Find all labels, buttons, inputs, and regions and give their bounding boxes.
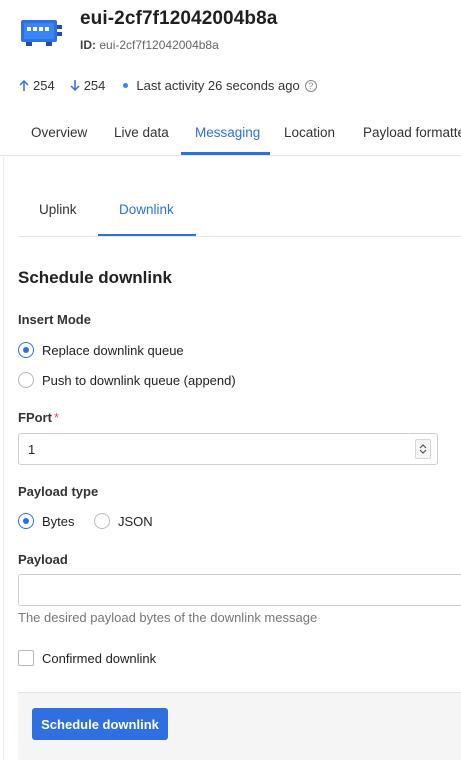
fport-label-text: FPort [18,410,52,425]
device-icon [21,20,62,46]
uplink-count-value: 254 [33,78,55,93]
active-subtab-indicator [98,234,196,236]
radio-button[interactable] [18,372,34,388]
arrow-up-icon [19,79,29,91]
tab-uplink[interactable]: Uplink [39,189,77,235]
number-spinner[interactable] [415,439,431,459]
form-footer: Schedule downlink [18,692,461,760]
radio-bytes[interactable]: Bytes [18,513,75,529]
radio-label: Replace downlink queue [42,342,184,358]
device-id-label: ID: [80,38,96,52]
last-activity: Last activity 26 seconds ago [136,78,300,93]
active-tab-indicator [181,152,270,155]
messaging-panel: Uplink Downlink Schedule downlink Insert… [3,157,461,760]
schedule-downlink-button[interactable]: Schedule downlink [32,708,168,740]
tab-location[interactable]: Location [284,112,335,155]
radio-label: JSON [118,513,153,529]
tab-downlink[interactable]: Downlink [119,189,174,235]
tab-payload-formatters[interactable]: Payload formatte [363,112,461,155]
uplink-count: 254 [18,78,55,93]
main-tabs: Overview Live data Messaging Location Pa… [0,112,461,156]
fport-input[interactable]: 1 [18,433,438,465]
section-title: Schedule downlink [18,268,172,287]
fport-value: 1 [28,442,36,457]
fport-label: FPort * [18,410,59,425]
radio-button[interactable] [18,342,34,358]
tab-live-data[interactable]: Live data [114,112,169,155]
radio-replace-queue[interactable]: Replace downlink queue [18,342,184,358]
radio-push-queue[interactable]: Push to downlink queue (append) [18,372,236,388]
activity-stats: 254 254 Last activity 26 seconds ago ? [18,78,317,93]
checkbox[interactable] [18,650,34,666]
radio-button[interactable] [94,513,110,529]
chevron-down-icon[interactable] [419,449,427,455]
payload-hint: The desired payload bytes of the downlin… [18,610,318,625]
radio-label: Bytes [42,513,75,529]
sub-tabs: Uplink Downlink [18,189,461,237]
tab-overview[interactable]: Overview [31,112,87,155]
radio-json[interactable]: JSON [94,513,153,529]
payload-input[interactable] [18,574,461,606]
radio-label: Push to downlink queue (append) [42,372,236,388]
required-mark: * [53,410,60,425]
confirmed-downlink-checkbox[interactable]: Confirmed downlink [18,650,156,666]
help-icon[interactable]: ? [304,79,317,92]
tab-messaging[interactable]: Messaging [195,112,260,155]
downlink-count: 254 [69,78,106,93]
downlink-count-value: 254 [83,78,106,93]
arrow-down-icon [70,80,80,92]
payload-label: Payload [18,552,68,567]
status-dot [123,83,129,88]
radio-button[interactable] [18,513,34,529]
device-id-value: eui-2cf7f12042004b8a [99,38,219,52]
payload-type-label: Payload type [18,484,99,499]
insert-mode-label: Insert Mode [18,312,91,327]
page-title: eui-2cf7f12042004b8a [80,8,278,29]
device-id: ID: eui-2cf7f12042004b8a [80,38,219,52]
checkbox-label: Confirmed downlink [42,650,157,666]
